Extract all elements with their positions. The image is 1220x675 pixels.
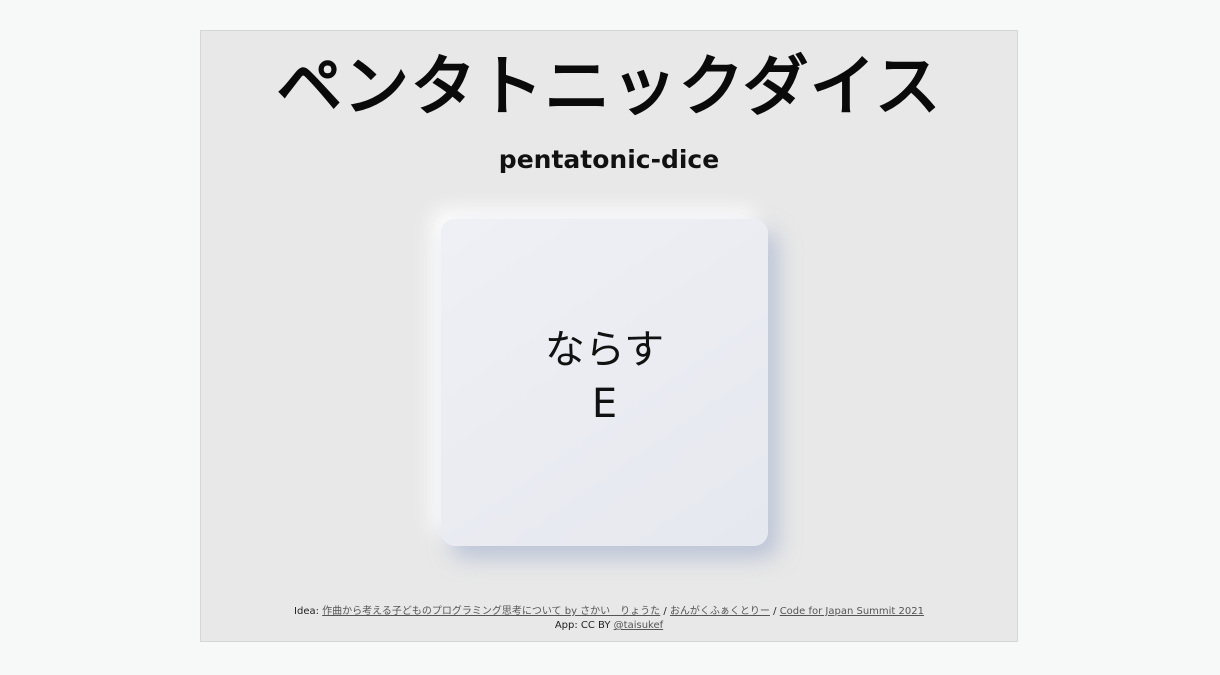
- idea-prefix: Idea:: [294, 606, 319, 617]
- separator: /: [773, 606, 777, 617]
- ongaku-factory-link[interactable]: おんがくふぁくとりー: [670, 606, 770, 617]
- idea-credit-line: Idea: 作曲から考える子どものプログラミング思考について by さかい りょ…: [201, 605, 1017, 619]
- code-for-japan-link[interactable]: Code for Japan Summit 2021: [780, 606, 924, 617]
- page-title: ペンタトニックダイス: [276, 48, 942, 125]
- author-link[interactable]: @taisukef: [614, 620, 663, 631]
- page-subtitle: pentatonic-dice: [498, 145, 720, 174]
- separator: /: [663, 606, 667, 617]
- dice-button[interactable]: ならす E: [441, 219, 768, 546]
- credits: Idea: 作曲から考える子どものプログラミング思考について by さかい りょ…: [201, 605, 1017, 633]
- app-license: App: CC BY: [554, 620, 611, 631]
- app-frame: ペンタトニックダイス pentatonic-dice ならす E Idea: 作…: [200, 30, 1018, 642]
- dice-note-label: E: [591, 381, 618, 427]
- idea-article-link[interactable]: 作曲から考える子どものプログラミング思考について by さかい りょうた: [322, 606, 660, 617]
- app-credit-line: App: CC BY @taisukef: [201, 619, 1017, 633]
- dice-action-label: ならす: [544, 327, 665, 373]
